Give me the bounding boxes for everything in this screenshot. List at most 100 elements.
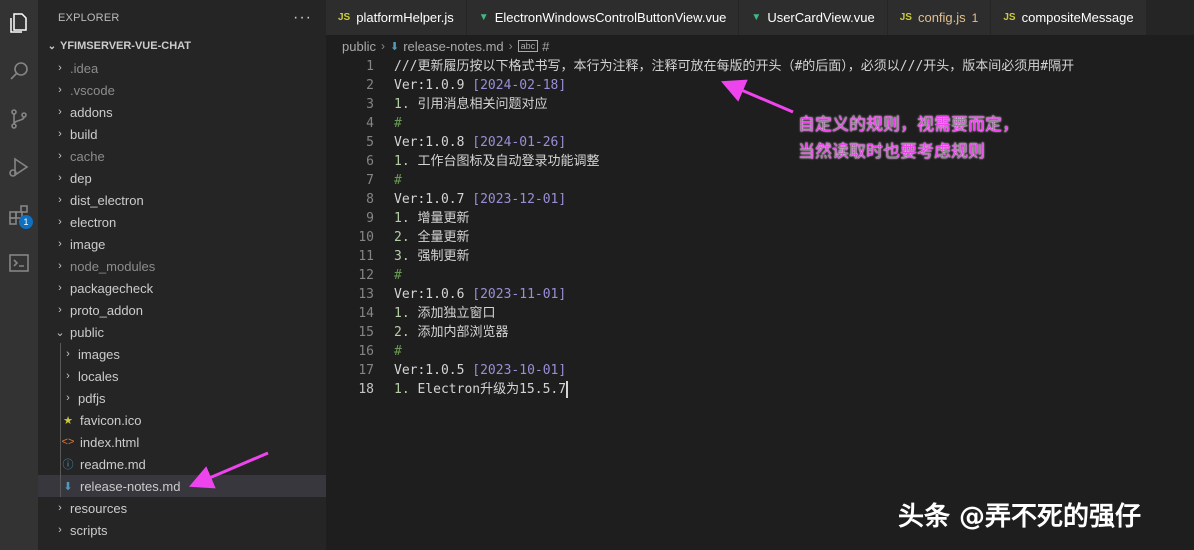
tree-item-label: packagecheck (70, 280, 154, 296)
code-token: # (394, 268, 402, 283)
tree-item-label: image (70, 236, 106, 252)
tree-item[interactable]: › dist_electron (38, 189, 326, 211)
code-line[interactable]: 2. 全量更新 (394, 228, 1194, 247)
chevron-right-icon: › (58, 502, 62, 514)
run-debug-icon[interactable] (4, 152, 34, 182)
code-line[interactable]: 1. 工作台图标及自动登录功能调整 (394, 152, 1194, 171)
tree-item-label: scripts (70, 522, 108, 538)
text-cursor (566, 381, 569, 398)
watermark: 头条 @弄不死的强仔 (898, 502, 1142, 532)
code-token: ] (558, 287, 567, 302)
code-line[interactable]: # (394, 342, 1194, 361)
tree-item[interactable]: › dep (38, 167, 326, 189)
tree-item[interactable]: › cache (38, 145, 326, 167)
editor-tab[interactable]: ▼ ElectronWindowsControlButtonView.vue (466, 0, 740, 35)
code-line[interactable]: # (394, 171, 1194, 190)
breadcrumb-symbol[interactable]: # (542, 39, 549, 54)
editor-tab[interactable]: JS platformHelper.js (326, 0, 467, 35)
code-line[interactable]: Ver:1.0.7 [2023-12-01] (394, 190, 1194, 209)
tree-item[interactable]: › .idea (38, 57, 326, 79)
chevron-right-icon: › (66, 370, 70, 382)
vue-file-icon: ▼ (478, 12, 489, 23)
chevron-right-icon: › (58, 524, 62, 536)
code-line[interactable]: Ver:1.0.9 [2024-02-18] (394, 76, 1194, 95)
tree-item[interactable]: ⬇ release-notes.md (38, 475, 326, 497)
code-line[interactable]: # (394, 266, 1194, 285)
tree-item[interactable]: › pdfjs (38, 387, 326, 409)
line-number: 16 (358, 344, 374, 359)
code-line[interactable]: 1. Electron升级为15.5.7 (394, 380, 1194, 399)
code-line[interactable]: 1. 增量更新 (394, 209, 1194, 228)
tree-item-label: images (78, 346, 120, 362)
terminal-icon[interactable] (4, 248, 34, 278)
code-line[interactable]: # (394, 114, 1194, 133)
tree-item-label: release-notes.md (80, 478, 181, 494)
editor-tab[interactable]: JS config.js 1 (887, 0, 992, 35)
code-token: 2. (394, 230, 410, 245)
code-line[interactable]: 2. 添加内部浏览器 (394, 323, 1194, 342)
tab-label: UserCardView.vue (767, 10, 875, 25)
code-editor[interactable]: 1 2 3 4 5 6 7 8 9 10 11 12 13 14 15 16 17 18 ///更新履历按以下格式… (326, 57, 1194, 550)
code-line[interactable]: 1. 引用消息相关问题对应 (394, 95, 1194, 114)
tree-item[interactable]: › addons (38, 101, 326, 123)
search-icon[interactable] (4, 56, 34, 86)
breadcrumb-folder[interactable]: public (342, 39, 376, 54)
more-actions-icon[interactable]: ··· (293, 9, 312, 27)
code-line[interactable]: 1. 添加独立窗口 (394, 304, 1194, 323)
project-root[interactable]: ⌄ YFIMSERVER-VUE-CHAT (38, 35, 326, 57)
tab-label: config.js (917, 10, 966, 25)
code-token: 2024-02-18 (480, 78, 559, 93)
code-token: ] (558, 192, 567, 207)
annotation-line-1: 自定义的规则，视需要而定， (798, 115, 1019, 135)
code-token: 全量更新 (409, 230, 470, 245)
tree-item[interactable]: ⓘ readme.md (38, 453, 326, 475)
code-line[interactable]: 3. 强制更新 (394, 247, 1194, 266)
code-line[interactable]: Ver:1.0.8 [2024-01-26] (394, 133, 1194, 152)
code-line[interactable]: Ver:1.0.6 [2023-11-01] (394, 285, 1194, 304)
chevron-right-icon: › (58, 62, 62, 74)
tree-item[interactable]: <> index.html (38, 431, 326, 453)
tree-item[interactable]: › .vscode (38, 79, 326, 101)
code-token: # (394, 173, 402, 188)
extensions-icon[interactable]: 1 (4, 200, 34, 230)
code-line[interactable]: ///更新履历按以下格式书写，本行为注释，注释可放在每版的开头（#的后面），必须… (394, 57, 1194, 76)
code-token: Ver:1.0.6 (394, 287, 473, 302)
tree-item[interactable]: › images (38, 343, 326, 365)
tree-item[interactable]: ★ favicon.ico (38, 409, 326, 431)
line-number: 14 (358, 306, 374, 321)
code-token: ///更新履历按以下格式书写，本行为注释，注释可放在每版的开头（#的后面），必须… (394, 59, 1075, 74)
tree-item[interactable]: › resources (38, 497, 326, 519)
code-token: 2023-11-01 (480, 287, 559, 302)
chevron-right-icon: › (508, 39, 513, 53)
code-token: Ver:1.0.9 (394, 78, 473, 93)
tree-item[interactable]: › packagecheck (38, 277, 326, 299)
code-token: ] (558, 363, 567, 378)
tree-item[interactable]: › image (38, 233, 326, 255)
tree-item[interactable]: › locales (38, 365, 326, 387)
tree-item-label: build (70, 126, 98, 142)
file-tree: › .idea › .vscode › addons › build › cache › dep › di… (38, 57, 326, 541)
source-control-icon[interactable] (4, 104, 34, 134)
code-token: # (394, 344, 402, 359)
tree-item[interactable]: › scripts (38, 519, 326, 541)
line-number: 2 (366, 78, 374, 93)
editor-tab[interactable]: JS compositeMessage (991, 0, 1147, 35)
tree-item[interactable]: › build (38, 123, 326, 145)
code-lines[interactable]: ///更新履历按以下格式书写，本行为注释，注释可放在每版的开头（#的后面），必须… (394, 57, 1194, 399)
tree-item[interactable]: ⌄ public (38, 321, 326, 343)
tree-item[interactable]: › node_modules (38, 255, 326, 277)
breadcrumb-file[interactable]: release-notes.md (403, 39, 503, 54)
tree-item[interactable]: › electron (38, 211, 326, 233)
chevron-right-icon: › (58, 194, 62, 206)
favicon-file-icon: ★ (63, 414, 73, 427)
code-token: 工作台图标及自动登录功能调整 (409, 154, 600, 169)
explorer-icon[interactable] (4, 8, 34, 38)
code-token: 2023-10-01 (480, 363, 559, 378)
editor-tab[interactable]: ▼ UserCardView.vue (739, 0, 888, 35)
code-token: Electron升级为15.5.7 (409, 382, 567, 397)
annotation-line-2: 当然读取时也要考虑规则 (798, 142, 985, 162)
chevron-right-icon: › (380, 39, 385, 53)
code-line[interactable]: Ver:1.0.5 [2023-10-01] (394, 361, 1194, 380)
tree-item[interactable]: › proto_addon (38, 299, 326, 321)
code-token: 引用消息相关问题对应 (409, 97, 548, 112)
